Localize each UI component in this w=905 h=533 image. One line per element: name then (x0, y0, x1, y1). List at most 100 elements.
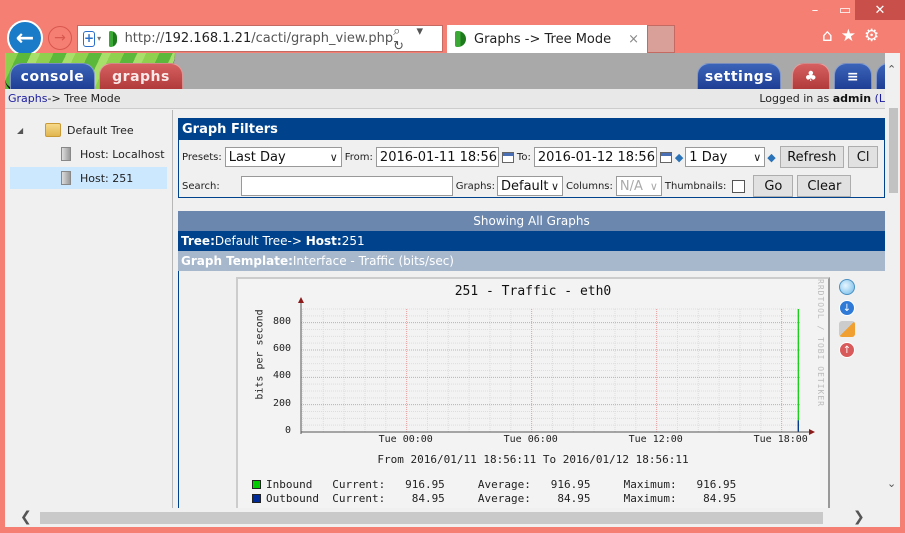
edit-wrench-icon[interactable] (839, 321, 855, 337)
graph-area: 251 - Traffic - eth0 bits per second RRD… (178, 271, 885, 510)
tree-node-label: Host: 251 (80, 171, 134, 185)
tree-path-header: Tree: Default Tree-> Host: 251 (178, 231, 885, 251)
columns-value: N/A (619, 178, 643, 194)
tree-label: Tree: (181, 234, 215, 248)
search-label: Search: (182, 180, 220, 192)
y-tick-label: 200 (272, 397, 291, 409)
legend-row-outbound: Outbound Current: 84.95 Average: 84.95 M… (252, 492, 736, 505)
presets-select[interactable]: Last Day ∨ (224, 147, 342, 167)
login-prefix: Logged in as (759, 92, 833, 105)
refresh-button[interactable]: Refresh (779, 146, 844, 168)
url-prefix: http:// (124, 31, 165, 46)
calendar-icon[interactable] (659, 151, 672, 163)
chevron-down-icon: ∨ (550, 179, 559, 193)
y-tick-label: 600 (272, 343, 291, 354)
list-icon: ≡ (846, 68, 860, 85)
template-value: Interface - Traffic (bits/sec) (292, 254, 454, 268)
forward-button[interactable]: → (48, 26, 72, 50)
shift-right-icon[interactable]: ◆ (767, 151, 775, 164)
x-tick-label: Tue 12:00 (628, 434, 683, 445)
legend-name: Outbound Current: 84.95 Average: 84.95 M… (266, 492, 737, 505)
tree-node-label: Default Tree (67, 123, 134, 137)
traffic-graph[interactable]: 251 - Traffic - eth0 bits per second RRD… (236, 277, 830, 510)
tree-node-host-localhost[interactable]: Host: Localhost (61, 143, 165, 165)
from-label: From: (344, 151, 373, 163)
clear-button[interactable]: Clear (797, 175, 852, 197)
tab-settings[interactable]: settings (697, 63, 781, 89)
columns-label: Columns: (566, 180, 613, 192)
vertical-scroll-thumb[interactable] (889, 108, 898, 193)
cacti-favicon-icon (109, 30, 117, 47)
breadcrumb-graphs-link[interactable]: Graphs (8, 92, 47, 105)
inbound-swatch (252, 480, 261, 489)
address-tools[interactable]: ⌕ ▾ ↻ (393, 24, 436, 54)
presets-value: Last Day (228, 149, 286, 165)
logout-link[interactable]: (L (871, 92, 885, 105)
graph-tree: ◢ Default Tree Host: Localhost Host: 251 (5, 110, 173, 510)
scroll-up-icon[interactable]: ⌃ (887, 63, 896, 76)
tab-list-view[interactable]: ≡ (834, 63, 872, 89)
x-tick-label: Tue 18:00 (753, 434, 808, 445)
tab-tree-view[interactable]: ♣ (792, 63, 830, 89)
main-content: Graph Filters Presets: Last Day ∨ From: 2… (178, 115, 885, 510)
x-axis-arrow (809, 429, 815, 435)
scroll-left-icon[interactable]: ❮ (20, 509, 32, 525)
go-button[interactable]: Go (753, 175, 794, 197)
tree-node-host-251[interactable]: Host: 251 (10, 167, 167, 189)
chevron-down-icon: ∨ (649, 179, 658, 193)
close-window-button[interactable]: ✕ (855, 0, 905, 20)
thumbnails-checkbox[interactable] (732, 179, 746, 193)
chevron-down-icon[interactable]: ▾ (97, 34, 101, 43)
tree-node-label: Host: Localhost (80, 147, 165, 161)
minimize-button[interactable]: – (800, 0, 830, 20)
new-tab-button[interactable] (647, 25, 675, 53)
horizontal-scrollbar[interactable]: ❮ ❯ (5, 508, 900, 527)
y-tick-label: 800 (272, 315, 291, 327)
clear-time-button[interactable]: Cl (847, 146, 878, 168)
gear-icon[interactable]: ⚙ (864, 26, 879, 46)
timespan-select[interactable]: 1 Day ∨ (685, 147, 766, 167)
up-icon[interactable]: ↑ (839, 342, 855, 358)
tree-node-default-tree[interactable]: ◢ Default Tree (17, 119, 134, 141)
to-date-input[interactable]: 2016-01-12 18:56 (533, 147, 657, 167)
back-button[interactable]: ← (7, 20, 43, 56)
graphs-value: Default (501, 178, 549, 194)
close-tab-icon[interactable]: × (628, 32, 639, 47)
page-viewport: console graphs settings ♣ ≡ Graphs -> Tr… (5, 53, 900, 510)
scroll-down-icon[interactable]: ⌄ (887, 477, 896, 490)
shift-left-icon[interactable]: ◆ (675, 151, 683, 164)
cacti-header: console graphs settings ♣ ≡ (5, 53, 890, 92)
url-host: 192.168.1.21 (164, 31, 252, 46)
tree-value: Default Tree-> (214, 234, 302, 248)
graphs-label: Graphs: (455, 180, 495, 192)
browser-tab[interactable]: Graphs -> Tree Mode × (447, 25, 647, 53)
zoom-icon[interactable] (839, 279, 855, 295)
y-tick-label: 0 (284, 425, 291, 436)
from-date-input[interactable]: 2016-01-11 18:56 (375, 147, 499, 167)
server-icon (61, 147, 71, 161)
scroll-right-icon[interactable]: ❯ (853, 509, 865, 525)
graph-template-header: Graph Template: Interface - Traffic (bit… (178, 251, 885, 271)
url-path: /cacti/graph_view.php (251, 31, 394, 46)
horizontal-scroll-thumb[interactable] (40, 512, 823, 524)
graphs-select[interactable]: Default ∨ (497, 176, 563, 196)
favorites-star-icon[interactable]: ★ (841, 26, 856, 46)
arrow-left-icon: ← (15, 25, 35, 51)
vertical-scrollbar[interactable]: ⌃ ⌄ (885, 53, 900, 510)
collapse-triangle-icon[interactable]: ◢ (17, 126, 45, 135)
timespan-value: 1 Day (689, 149, 728, 165)
tree-icon: ♣ (804, 68, 818, 85)
plot-area (298, 297, 815, 435)
search-input[interactable] (240, 176, 453, 196)
shield-icon[interactable]: + (83, 30, 96, 47)
presets-label: Presets: (182, 151, 222, 163)
legend-name: Inbound Current: 916.95 Average: 916.95 … (266, 478, 737, 491)
address-bar[interactable]: + ▾ http://192.168.1.21/cacti/graph_view… (77, 24, 443, 54)
download-icon[interactable]: ↓ (839, 300, 855, 316)
calendar-icon[interactable] (501, 151, 514, 163)
home-icon[interactable]: ⌂ (822, 26, 833, 46)
breadcrumb: Graphs -> Tree Mode Logged in as admin (… (5, 89, 885, 109)
y-axis-arrow (298, 297, 304, 303)
tab-console[interactable]: console (10, 63, 95, 89)
tab-graphs[interactable]: graphs (99, 63, 183, 89)
